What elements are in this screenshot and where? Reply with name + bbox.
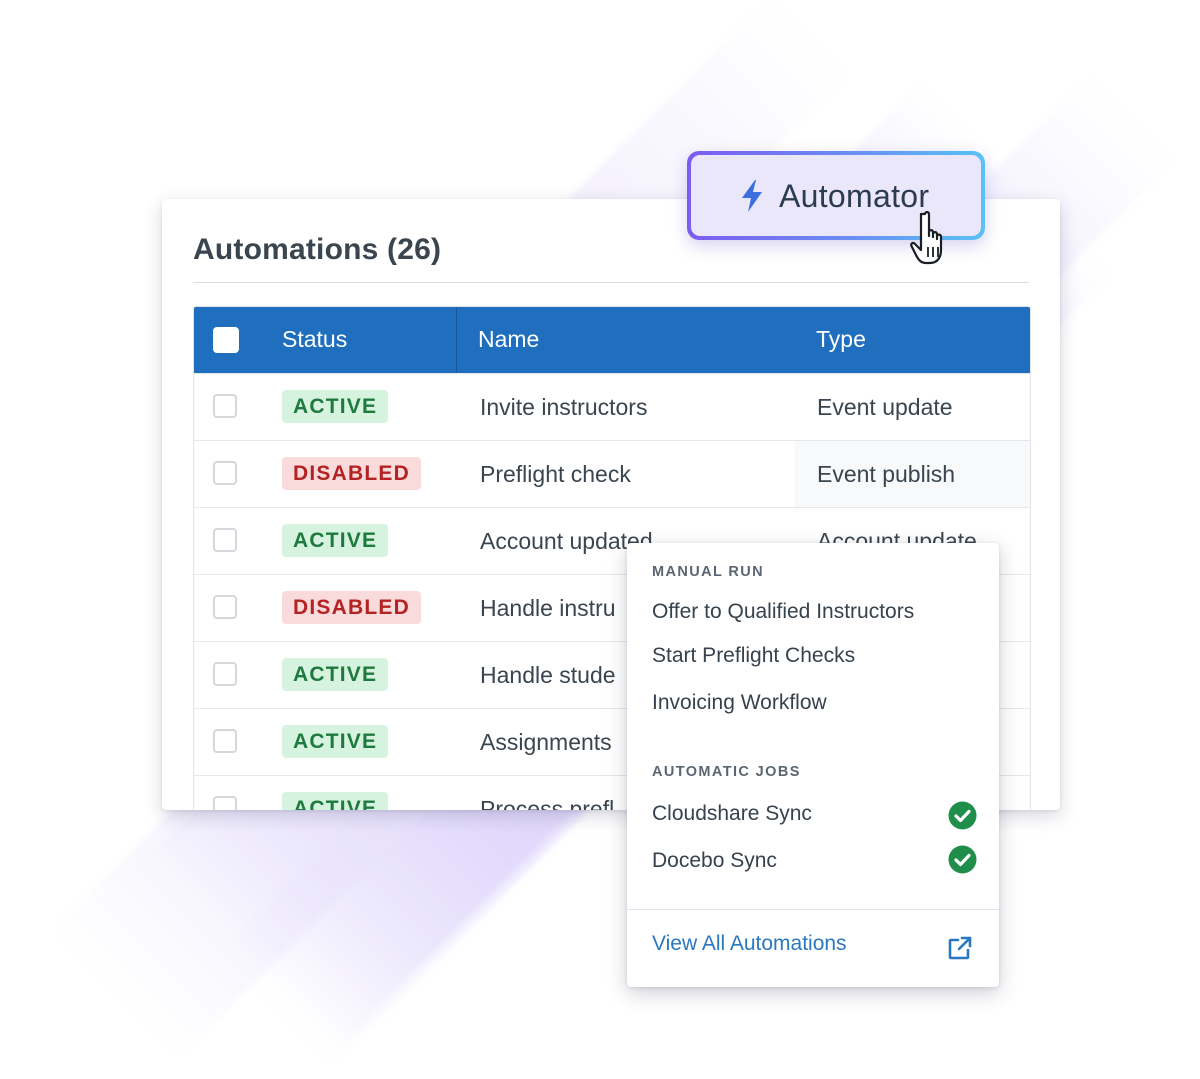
automatic-jobs-section-title: AUTOMATIC JOBS <box>652 764 801 780</box>
status-badge: ACTIVE <box>282 524 389 557</box>
row-checkbox[interactable] <box>213 595 237 619</box>
row-checkbox[interactable] <box>213 796 237 810</box>
status-badge: DISABLED <box>282 457 421 490</box>
menu-item-invoicing-workflow[interactable]: Invoicing Workflow <box>652 691 827 715</box>
automation-name[interactable]: Handle stude <box>480 662 616 689</box>
status-badge: DISABLED <box>282 591 421 624</box>
select-all-checkbox[interactable] <box>213 327 239 353</box>
lightning-bolt-icon <box>742 180 762 212</box>
table-row[interactable]: DISABLED Preflight check Event publish <box>194 440 1030 507</box>
status-badge: ACTIVE <box>282 658 389 691</box>
automation-type: Event update <box>817 394 953 420</box>
status-badge: ACTIVE <box>282 725 389 758</box>
page-title: Automations (26) <box>193 233 442 266</box>
row-checkbox[interactable] <box>213 394 237 418</box>
automation-name[interactable]: Invite instructors <box>480 394 647 421</box>
title-divider <box>193 282 1029 283</box>
table-header: Status Name Type <box>194 307 1030 373</box>
check-circle-icon <box>948 801 977 830</box>
status-badge: ACTIVE <box>282 390 389 423</box>
column-header-name[interactable]: Name <box>478 326 539 353</box>
row-checkbox[interactable] <box>213 662 237 686</box>
table-row[interactable]: ACTIVE Invite instructors Event update <box>194 373 1030 440</box>
menu-item-docebo-sync[interactable]: Docebo Sync <box>652 849 777 873</box>
automation-name[interactable]: Preflight check <box>480 461 631 488</box>
menu-item-start-preflight-checks[interactable]: Start Preflight Checks <box>652 644 855 668</box>
menu-divider <box>627 909 999 910</box>
row-checkbox[interactable] <box>213 729 237 753</box>
manual-run-section-title: MANUAL RUN <box>652 564 765 580</box>
automation-name[interactable]: Handle instru <box>480 595 616 622</box>
automation-name[interactable]: Process prefl <box>480 796 614 810</box>
menu-item-offer-to-qualified-instructors[interactable]: Offer to Qualified Instructors <box>652 600 914 624</box>
automator-dropdown-menu: MANUAL RUN Offer to Qualified Instructor… <box>627 543 999 987</box>
automation-name[interactable]: Assignments <box>480 729 612 756</box>
column-header-status[interactable]: Status <box>282 326 347 353</box>
view-all-automations-link[interactable]: View All Automations <box>652 932 847 956</box>
row-checkbox[interactable] <box>213 461 237 485</box>
check-circle-icon <box>948 845 977 874</box>
column-header-type[interactable]: Type <box>816 326 866 353</box>
automation-type: Event publish <box>817 461 956 487</box>
external-link-icon[interactable] <box>947 935 973 961</box>
menu-item-cloudshare-sync[interactable]: Cloudshare Sync <box>652 802 812 826</box>
hand-pointer-cursor-icon <box>910 211 943 265</box>
column-divider <box>456 307 457 373</box>
row-checkbox[interactable] <box>213 528 237 552</box>
status-badge: ACTIVE <box>282 792 389 810</box>
